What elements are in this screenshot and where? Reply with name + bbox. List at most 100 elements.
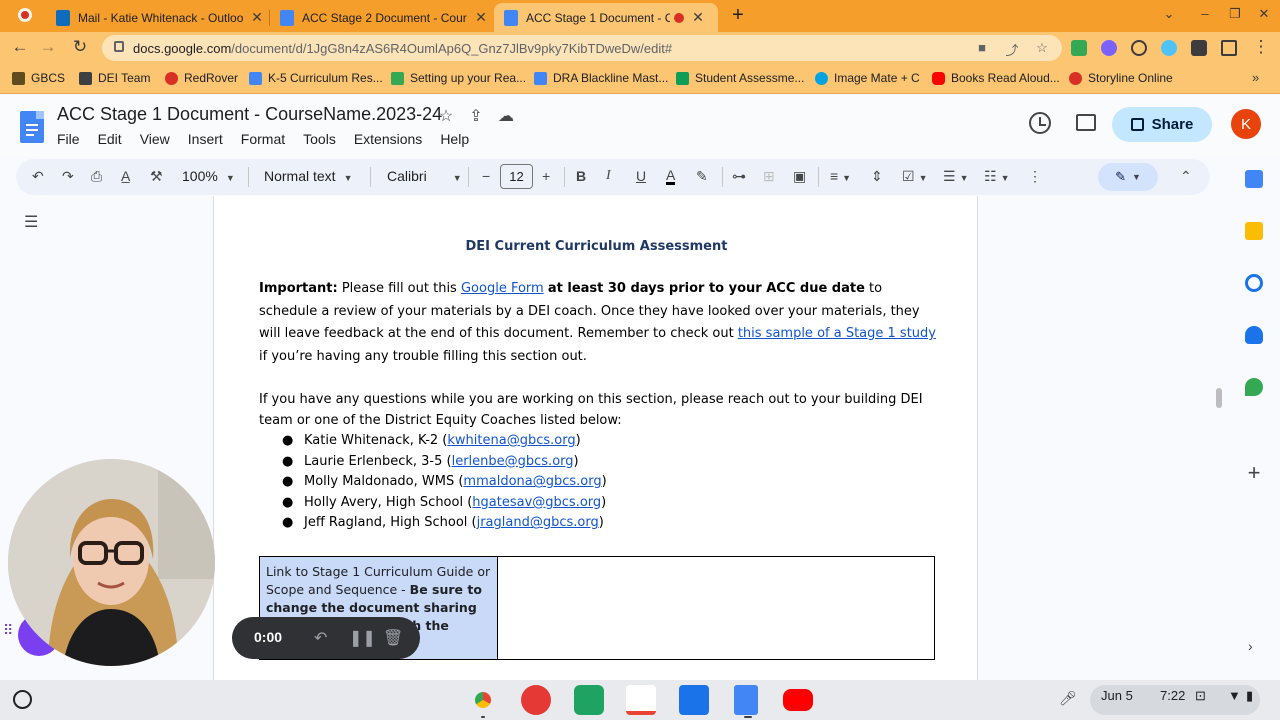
- docs-icon[interactable]: [734, 685, 758, 715]
- youtube-icon[interactable]: [783, 689, 813, 711]
- email-link[interactable]: kwhitena@gbcs.org: [447, 433, 575, 448]
- extension-timer-icon[interactable]: [1131, 40, 1147, 56]
- increase-font-size-icon[interactable]: +: [542, 168, 550, 184]
- italic-button[interactable]: I: [606, 168, 611, 184]
- menu-help[interactable]: Help: [440, 131, 469, 147]
- bookmark-gbcs[interactable]: GBCS: [12, 71, 65, 85]
- align-icon[interactable]: ≡ ▼: [830, 168, 851, 184]
- checklist-icon[interactable]: ☑ ▼: [902, 168, 927, 185]
- underline-button[interactable]: U: [636, 168, 646, 184]
- menu-view[interactable]: View: [140, 131, 170, 147]
- address-bar[interactable]: docs.google.com/document/d/1JgG8n4zAS6R4…: [102, 35, 1062, 61]
- canvas-icon[interactable]: [521, 685, 551, 715]
- forward-icon[interactable]: →: [38, 37, 58, 57]
- close-window-icon[interactable]: ✕: [1256, 6, 1272, 22]
- cloud-saved-icon[interactable]: ☁: [496, 106, 516, 126]
- sample-study-link[interactable]: this sample of a Stage 1 study: [738, 326, 936, 341]
- tasks-icon[interactable]: [1245, 274, 1263, 292]
- document-title[interactable]: ACC Stage 1 Document - CourseName.2023-2…: [57, 104, 442, 125]
- drag-handle-icon[interactable]: ⠿: [3, 622, 13, 639]
- tab-acc-stage-2[interactable]: ACC Stage 2 Document - Course ✕: [270, 3, 497, 32]
- bold-button[interactable]: B: [576, 168, 586, 184]
- menu-extensions[interactable]: Extensions: [354, 131, 422, 147]
- text-color-button[interactable]: A: [666, 168, 676, 185]
- hide-menus-icon[interactable]: ⌃: [1180, 168, 1192, 185]
- docs-logo-icon[interactable]: [20, 111, 44, 143]
- bookmark-dra-blackline[interactable]: DRA Blackline Mast...: [534, 71, 668, 85]
- document-page[interactable]: DEI Current Curriculum Assessment Import…: [213, 196, 978, 680]
- get-addons-icon[interactable]: +: [1245, 460, 1263, 486]
- maximize-icon[interactable]: ❐: [1227, 6, 1243, 22]
- extension-gear-icon[interactable]: [1101, 40, 1117, 56]
- email-link[interactable]: mmaldona@gbcs.org: [463, 474, 601, 489]
- microphone-icon[interactable]: 🎤︎: [1059, 690, 1077, 707]
- menu-format[interactable]: Format: [241, 131, 285, 147]
- side-panel-icon[interactable]: [1221, 40, 1237, 56]
- version-history-icon[interactable]: [1029, 112, 1051, 134]
- more-options-icon[interactable]: ⋮: [1028, 168, 1042, 185]
- share-button[interactable]: Share: [1112, 107, 1212, 142]
- bookmark-books-read-aloud[interactable]: Books Read Aloud...: [932, 71, 1060, 85]
- zoom-select[interactable]: 100% ▼: [182, 168, 235, 184]
- launcher-icon[interactable]: [13, 690, 32, 709]
- font-select[interactable]: Calibri ▼: [387, 168, 462, 184]
- document-outline-icon[interactable]: ☰: [24, 212, 38, 232]
- comments-icon[interactable]: [1076, 114, 1096, 131]
- menu-edit[interactable]: Edit: [98, 131, 122, 147]
- highlight-icon[interactable]: ✎: [696, 168, 708, 185]
- tab-outlook[interactable]: Mail - Katie Whitenack - Outlook ✕: [46, 3, 273, 32]
- calendar-icon[interactable]: [679, 685, 709, 715]
- tab-search-icon[interactable]: ⌄: [1161, 6, 1177, 22]
- bookmark-k5-curriculum[interactable]: K-5 Curriculum Res...: [249, 71, 383, 85]
- delete-icon[interactable]: 🗑: [383, 628, 403, 648]
- table-value-cell[interactable]: [498, 557, 934, 659]
- menu-insert[interactable]: Insert: [188, 131, 223, 147]
- bookmark-dei-team[interactable]: DEI Team: [79, 71, 150, 85]
- email-link[interactable]: jragland@gbcs.org: [477, 515, 599, 530]
- bookmark-redrover[interactable]: RedRover: [165, 71, 238, 85]
- bookmark-student-assessment[interactable]: Student Assessme...: [676, 71, 804, 85]
- email-link[interactable]: lerlenbe@gbcs.org: [452, 454, 574, 469]
- show-side-panel-icon[interactable]: ›: [1248, 638, 1253, 654]
- menu-tools[interactable]: Tools: [303, 131, 336, 147]
- extensions-puzzle-icon[interactable]: [1191, 40, 1207, 56]
- menu-file[interactable]: File: [57, 131, 80, 147]
- gmail-icon[interactable]: [626, 685, 656, 715]
- undo-icon[interactable]: ↶: [32, 168, 44, 185]
- classroom-icon[interactable]: [574, 685, 604, 715]
- chrome-icon[interactable]: [468, 685, 498, 715]
- bookmark-star-icon[interactable]: ☆: [1034, 40, 1050, 56]
- calendar-icon[interactable]: [1245, 170, 1263, 188]
- google-form-link[interactable]: Google Form: [461, 281, 544, 296]
- reload-icon[interactable]: ↻: [70, 37, 90, 57]
- maps-icon[interactable]: [1245, 378, 1263, 396]
- numbered-list-icon[interactable]: ☷ ▼: [984, 168, 1009, 185]
- insert-image-icon[interactable]: ▣: [793, 168, 806, 185]
- account-avatar[interactable]: K: [1231, 109, 1261, 139]
- bookmark-setting-up[interactable]: Setting up your Rea...: [391, 71, 526, 85]
- more-bookmarks-icon[interactable]: »: [1252, 70, 1259, 85]
- tab-acc-stage-1[interactable]: ACC Stage 1 Document - Co ✕: [494, 3, 718, 32]
- document-scrollbar[interactable]: [1216, 388, 1222, 408]
- close-tab-icon[interactable]: ✕: [473, 9, 489, 26]
- font-size-input[interactable]: 12: [500, 164, 533, 189]
- insert-link-icon[interactable]: ⊶: [732, 168, 746, 185]
- redo-icon[interactable]: ↷: [62, 168, 74, 185]
- bulleted-list-icon[interactable]: ☰ ▼: [943, 168, 968, 185]
- print-icon[interactable]: ⎙: [91, 168, 102, 185]
- share-page-icon[interactable]: ⤴: [1004, 40, 1020, 59]
- contacts-icon[interactable]: [1245, 326, 1263, 344]
- minimize-icon[interactable]: –: [1197, 6, 1213, 21]
- keep-icon[interactable]: [1245, 222, 1263, 240]
- spellcheck-icon[interactable]: A̲: [121, 168, 130, 184]
- new-tab-button[interactable]: +: [728, 4, 748, 27]
- star-icon[interactable]: ☆: [436, 106, 456, 126]
- extension-screencast-icon[interactable]: [1161, 40, 1177, 56]
- decrease-font-size-icon[interactable]: −: [482, 168, 490, 184]
- back-icon[interactable]: ←: [10, 37, 30, 57]
- style-select[interactable]: Normal text ▼: [264, 168, 353, 184]
- close-tab-icon[interactable]: ✕: [690, 9, 706, 26]
- move-to-drive-icon[interactable]: ⇪: [466, 106, 486, 126]
- bookmark-image-mate[interactable]: Image Mate + C: [815, 71, 920, 85]
- extension-reader-icon[interactable]: [1071, 40, 1087, 56]
